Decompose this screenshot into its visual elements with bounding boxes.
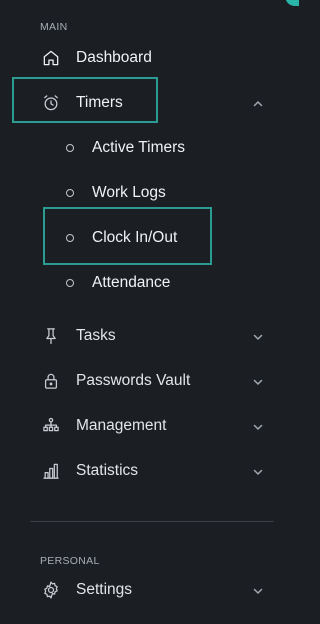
sidebar-item-label: Statistics — [76, 462, 139, 479]
lock-icon — [40, 370, 62, 392]
chevron-down-icon[interactable] — [252, 465, 264, 477]
chevron-down-icon[interactable] — [252, 420, 264, 432]
bar-chart-icon — [40, 460, 62, 482]
chevron-down-icon[interactable] — [252, 375, 264, 387]
pin-icon — [40, 325, 62, 347]
alarm-clock-icon — [40, 92, 62, 114]
submenu-item-clock-in-out[interactable]: Clock In/Out — [0, 223, 299, 253]
section-label-personal: PERSONAL — [40, 555, 100, 567]
sidebar-item-management[interactable]: Management — [0, 411, 299, 441]
bullet-icon — [66, 189, 74, 197]
submenu-item-label: Work Logs — [92, 184, 166, 201]
bullet-icon — [66, 144, 74, 152]
chevron-down-icon[interactable] — [252, 330, 264, 342]
sidebar-item-label: Management — [76, 417, 167, 434]
submenu-item-work-logs[interactable]: Work Logs — [0, 178, 299, 208]
submenu-item-active-timers[interactable]: Active Timers — [0, 133, 299, 163]
sidebar-item-statistics[interactable]: Statistics — [0, 456, 299, 486]
sidebar-item-timers[interactable]: Timers — [0, 88, 299, 118]
submenu-item-label: Active Timers — [92, 139, 186, 156]
bullet-icon — [66, 234, 74, 242]
chevron-down-icon[interactable] — [252, 584, 264, 596]
sidebar-item-tasks[interactable]: Tasks — [0, 321, 299, 351]
bullet-icon — [66, 279, 74, 287]
section-label-main: MAIN — [40, 21, 68, 33]
sidebar-item-label: Settings — [76, 581, 133, 598]
sidebar-item-dashboard[interactable]: Dashboard — [0, 43, 299, 73]
submenu-item-attendance[interactable]: Attendance — [0, 268, 299, 298]
sidebar-item-label: Timers — [76, 94, 123, 111]
sidebar-item-label: Passwords Vault — [76, 372, 191, 389]
divider — [30, 521, 274, 522]
sidebar-item-label: Tasks — [76, 327, 116, 344]
home-icon — [40, 47, 62, 69]
sidebar-item-passwords-vault[interactable]: Passwords Vault — [0, 366, 299, 396]
submenu-item-label: Attendance — [92, 274, 171, 291]
corner-accent — [285, 0, 299, 6]
hierarchy-icon — [40, 415, 62, 437]
sidebar-item-settings[interactable]: Settings — [0, 575, 299, 605]
chevron-up-icon[interactable] — [252, 97, 264, 109]
sidebar-item-label: Dashboard — [76, 49, 152, 66]
gear-icon — [40, 579, 62, 601]
submenu-item-label: Clock In/Out — [92, 229, 178, 246]
